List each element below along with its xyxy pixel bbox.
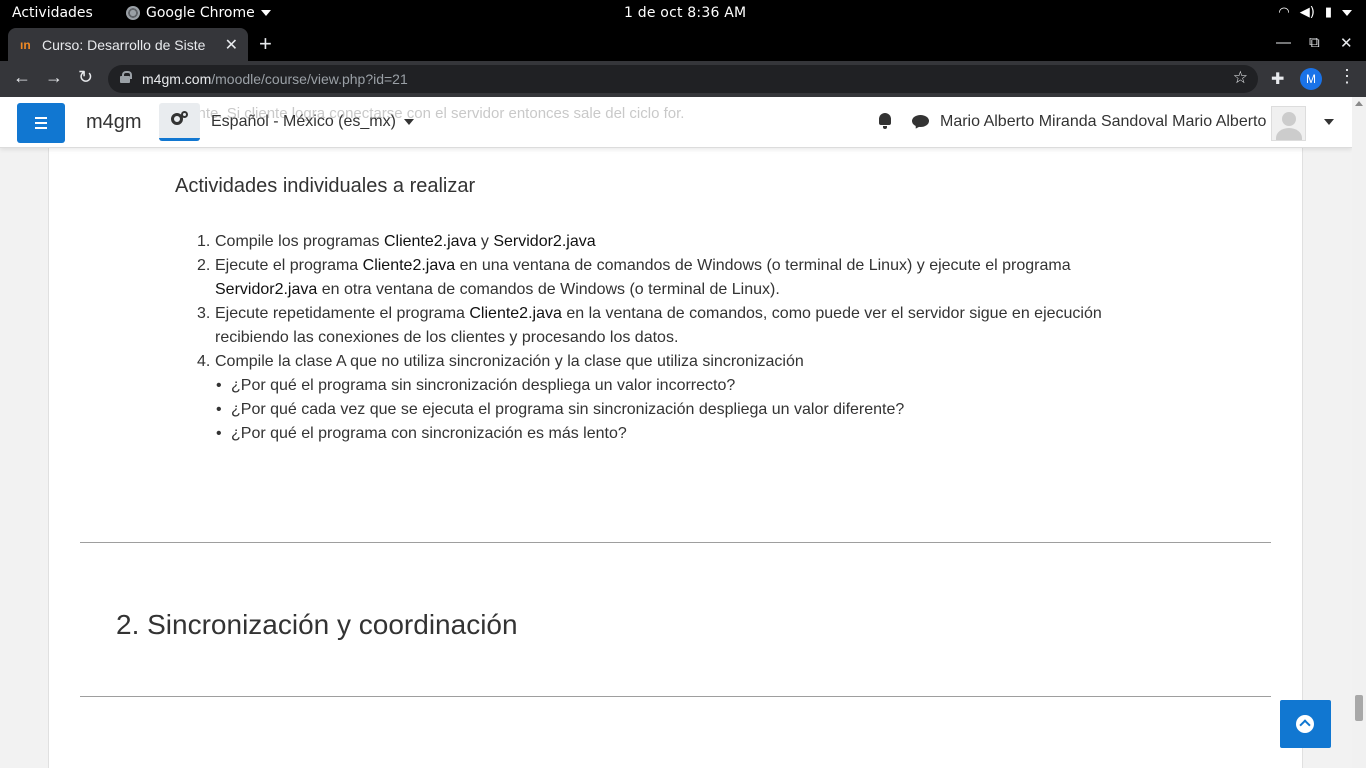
question-item: ¿Por qué cada vez que se ejecuta el prog… — [215, 398, 1115, 422]
language-menu[interactable]: Español - México (es_mx) — [211, 113, 414, 131]
page-scrollbar[interactable] — [1352, 97, 1366, 768]
volume-icon: ◀) — [1299, 5, 1315, 20]
restore-icon[interactable]: ⧉ — [1309, 34, 1320, 51]
url-host: m4gm.com — [142, 71, 212, 87]
user-menu-chevron-icon[interactable] — [1324, 119, 1334, 125]
question-item: ¿Por qué el programa sin sincronización … — [215, 374, 1115, 398]
reload-icon[interactable]: ↻ — [78, 67, 93, 88]
moodle-favicon-icon: ın — [20, 37, 31, 52]
app-menu[interactable]: Google Chrome — [126, 5, 271, 21]
browser-menu-icon[interactable]: ⋮ — [1338, 66, 1356, 87]
user-avatar[interactable] — [1271, 106, 1306, 141]
section-divider — [80, 542, 1271, 543]
lock-icon[interactable] — [120, 71, 132, 83]
list-item: 1. Compile los programas Cliente2.java y … — [197, 233, 596, 250]
hamburger-icon — [35, 117, 47, 119]
user-name[interactable]: Mario Alberto Miranda Sandoval Mario Alb… — [940, 113, 1266, 131]
chrome-icon — [126, 6, 140, 20]
list-item: 2. Ejecute el programa Cliente2.java en u… — [197, 257, 1071, 298]
site-brand-link[interactable]: m4gm — [86, 111, 142, 134]
moodle-navbar: cliente. Si cliente logra conectarse con… — [0, 97, 1352, 148]
extensions-puzzle-icon[interactable]: ✚ — [1271, 69, 1284, 89]
scroll-up-arrow-icon[interactable] — [1355, 101, 1363, 106]
nav-drawer-toggle-button[interactable] — [17, 103, 65, 143]
clock[interactable]: 1 de oct 8:36 AM — [624, 5, 746, 21]
section-divider — [80, 696, 1271, 697]
web-page: Actividades individuales a realizar 1. Co… — [0, 97, 1366, 768]
bookmark-star-icon[interactable]: ☆ — [1233, 68, 1248, 88]
browser-toolbar: ← → ↻ m4gm.com/moodle/course/view.php?id… — [0, 61, 1366, 97]
tab-title: Curso: Desarrollo de Siste — [42, 36, 206, 53]
window-close-icon[interactable]: ✕ — [1340, 34, 1353, 52]
tab-strip: ın Curso: Desarrollo de Siste ✕ + — ⧉ ✕ — [0, 28, 1366, 61]
wifi-icon: ◠ — [1278, 5, 1290, 20]
new-tab-button[interactable]: + — [259, 31, 272, 57]
settings-gear-button[interactable] — [159, 103, 200, 141]
address-bar[interactable]: m4gm.com/moodle/course/view.php?id=21 ☆ — [108, 65, 1258, 93]
app-name: Google Chrome — [146, 5, 255, 21]
scrollbar-thumb[interactable] — [1355, 695, 1363, 721]
close-tab-icon[interactable]: ✕ — [225, 35, 238, 55]
back-to-top-button[interactable] — [1280, 700, 1331, 748]
list-item: 4. Compile la clase A que no utiliza sinc… — [197, 350, 1115, 446]
messages-chat-icon[interactable] — [912, 115, 929, 127]
forward-arrow-icon[interactable]: → — [45, 67, 63, 88]
arrow-up-circle-icon — [1296, 715, 1314, 733]
back-arrow-icon[interactable]: ← — [13, 67, 31, 88]
chevron-down-icon — [1342, 9, 1352, 16]
system-top-bar: Actividades Google Chrome 1 de oct 8:36 … — [0, 0, 1366, 28]
battery-icon: ▮ — [1324, 5, 1332, 20]
section-title: 2. Sincronización y coordinación — [116, 609, 518, 640]
notifications-bell-icon[interactable] — [878, 113, 892, 129]
profile-avatar[interactable]: M — [1300, 68, 1322, 90]
language-label: Español - México (es_mx) — [211, 113, 396, 130]
minimize-icon[interactable]: — — [1276, 34, 1291, 51]
url-path: /moodle/course/view.php?id=21 — [211, 71, 408, 87]
system-tray[interactable]: ◠ ◀) ▮ — [1278, 5, 1352, 20]
browser-tab[interactable]: ın Curso: Desarrollo de Siste ✕ — [8, 28, 248, 61]
chevron-down-icon — [260, 10, 271, 16]
activities-list: 1. Compile los programas Cliente2.java y … — [197, 230, 1115, 446]
chevron-down-icon — [403, 119, 414, 125]
question-item: ¿Por qué el programa con sincronización … — [215, 422, 1115, 446]
activities-heading: Actividades individuales a realizar — [175, 175, 476, 197]
activities-button[interactable]: Actividades — [12, 5, 93, 21]
list-item: 3. Ejecute repetidamente el programa Clie… — [197, 305, 1102, 346]
